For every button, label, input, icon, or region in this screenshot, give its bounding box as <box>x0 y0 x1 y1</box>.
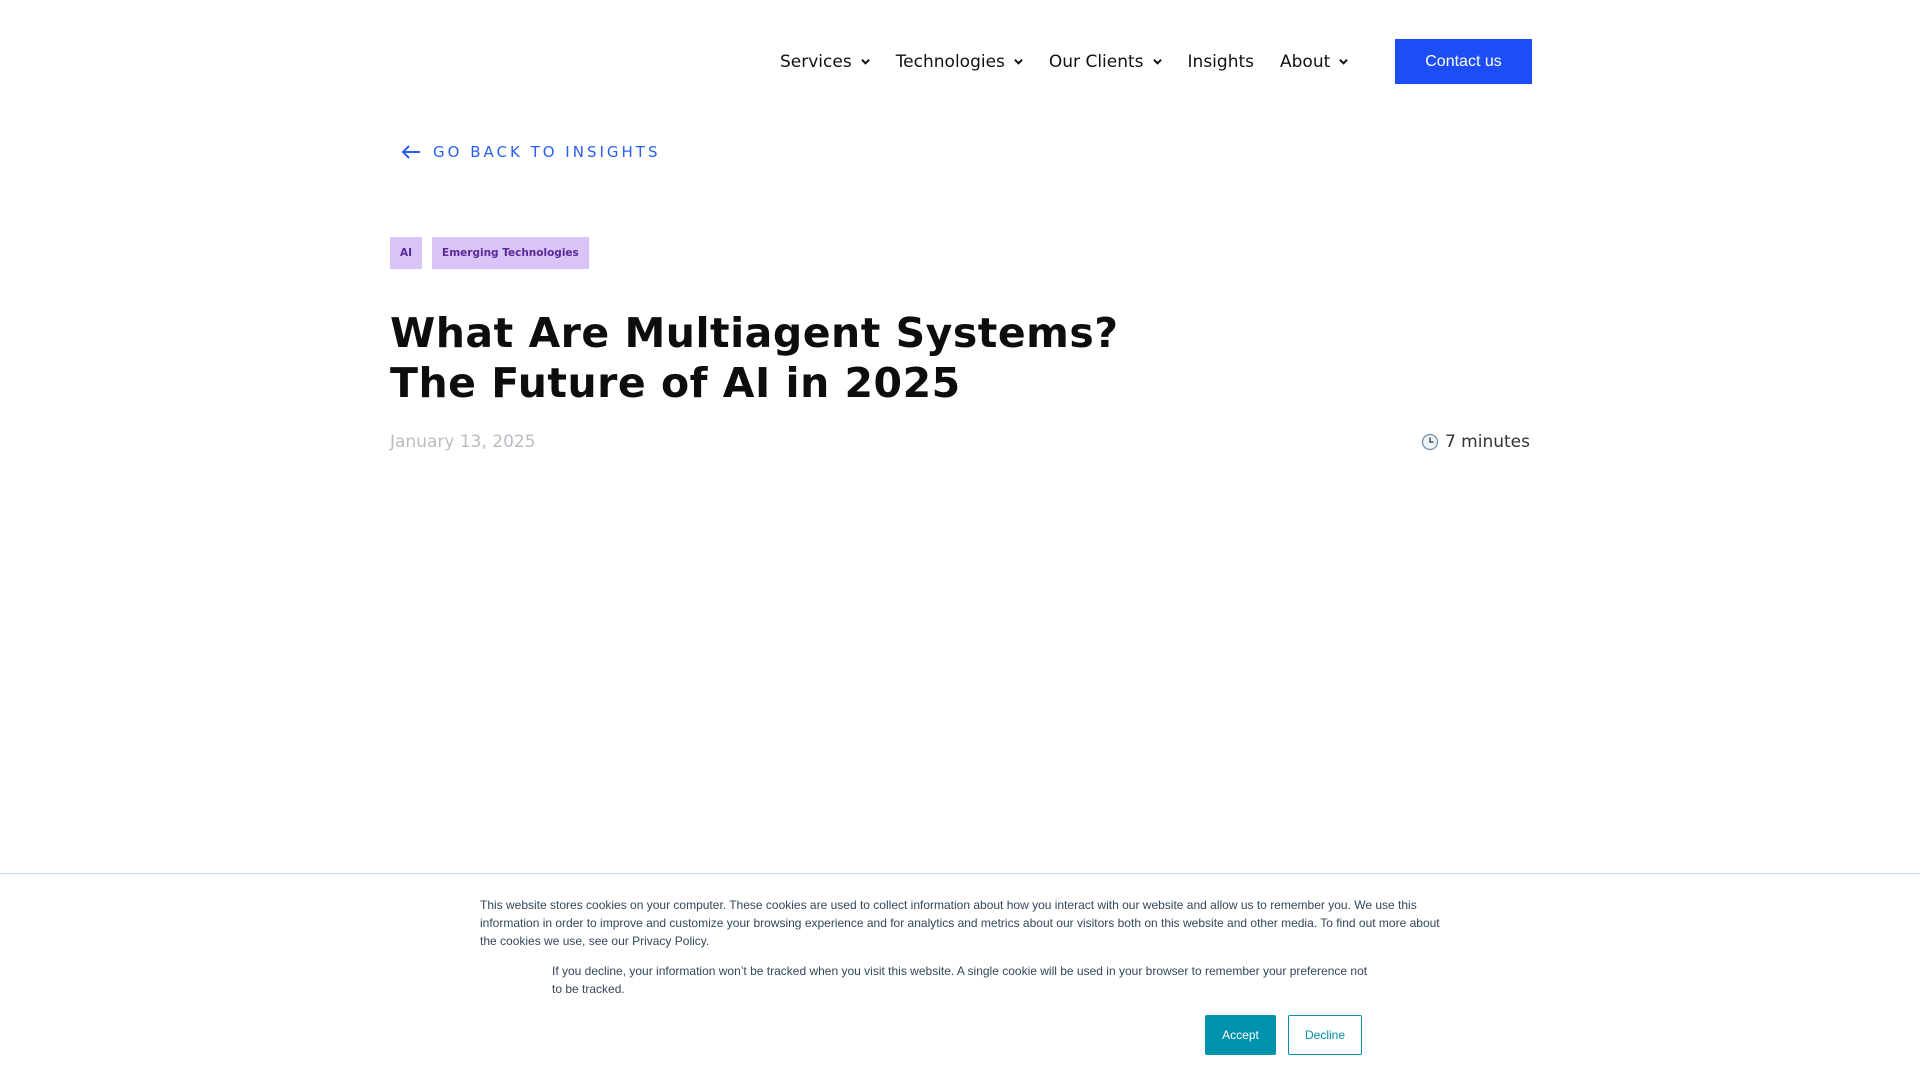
chevron-down-icon <box>1339 58 1349 65</box>
nav-item-insights[interactable]: Insights <box>1188 52 1254 72</box>
nav-item-label: Services <box>780 51 852 72</box>
nav-item-our-clients[interactable]: Our Clients <box>1049 52 1162 72</box>
publish-date: January 13, 2025 <box>390 432 536 452</box>
chevron-down-icon <box>1014 58 1023 65</box>
chevron-down-icon <box>860 58 870 65</box>
nav-item-label: Technologies <box>895 51 1005 72</box>
site-header: Services Technologies Our Clients Insigh… <box>0 0 1920 122</box>
cookie-decline-text: If you decline, your information won’t b… <box>552 964 1368 996</box>
back-link-label: GO BACK TO INSIGHTS <box>433 143 661 161</box>
main-nav: Services Technologies Our Clients Insigh… <box>780 39 1349 84</box>
nav-item-label: About <box>1280 51 1331 72</box>
decline-cookies-button[interactable]: Decline <box>1288 1015 1362 1055</box>
read-time: 7 minutes <box>1421 432 1530 452</box>
read-time-label: 7 minutes <box>1444 432 1530 452</box>
accept-cookies-button[interactable]: Accept <box>1205 1015 1276 1055</box>
clock-icon <box>1421 433 1439 451</box>
article-tags: AI Emerging Technologies <box>390 237 589 269</box>
tag-ai[interactable]: AI <box>390 237 423 269</box>
nav-item-label: Insights <box>1187 51 1254 72</box>
cookie-banner: This website stores cookies on your comp… <box>0 873 1920 1080</box>
title-line-1: What Are Multiagent Systems? <box>390 309 1119 357</box>
tag-emerging-technologies[interactable]: Emerging Technologies <box>432 237 589 269</box>
nav-item-technologies[interactable]: Technologies <box>896 52 1023 72</box>
nav-item-label: Our Clients <box>1048 51 1144 72</box>
title-line-2: The Future of AI in 2025 <box>390 359 961 407</box>
back-to-insights-link[interactable]: GO BACK TO INSIGHTS <box>401 143 660 161</box>
article-title: What Are Multiagent Systems? The Future … <box>390 308 1150 408</box>
contact-us-button[interactable]: Contact us <box>1395 39 1532 84</box>
cookie-notice-text: This website stores cookies on your comp… <box>480 898 1440 948</box>
chevron-down-icon <box>1152 58 1162 65</box>
nav-item-about[interactable]: About <box>1280 51 1349 72</box>
arrow-left-icon <box>401 145 420 159</box>
nav-item-services[interactable]: Services <box>780 52 870 72</box>
